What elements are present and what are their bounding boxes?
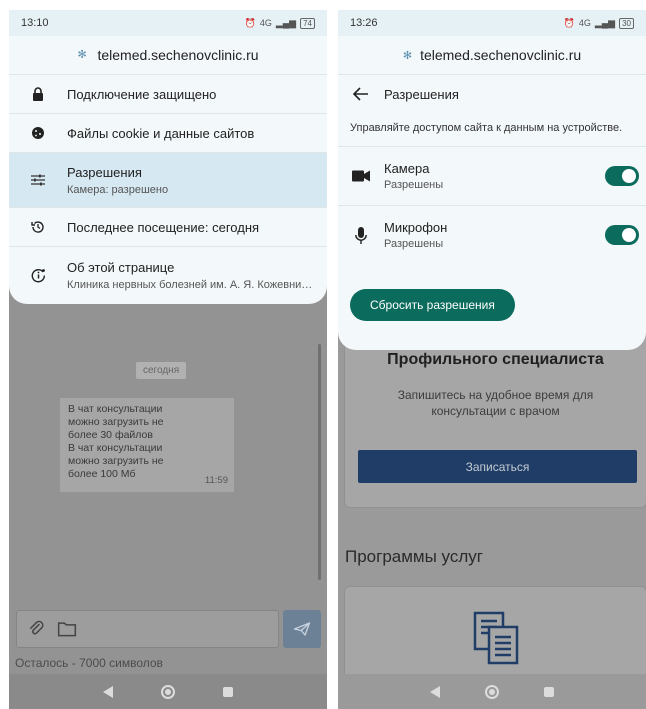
permission-state: Разрешены xyxy=(384,179,444,191)
battery-icon: 74 xyxy=(300,17,315,29)
site-favicon-icon: ✻ xyxy=(77,49,87,61)
signal-icon: ▂▄▆ xyxy=(275,17,297,28)
menu-item-connection[interactable]: Подключение защищено xyxy=(9,74,327,113)
status-time: 13:10 xyxy=(21,17,49,29)
permission-state: Разрешены xyxy=(384,238,444,250)
status-time: 13:26 xyxy=(350,17,378,29)
menu-item-label: Об этой странице xyxy=(67,260,175,275)
permissions-description: Управляйте доступом сайта к данным на ус… xyxy=(350,122,623,134)
site-info-sheet: ✻ telemed.sechenovclinic.ru Подключение … xyxy=(9,36,327,304)
lock-icon xyxy=(9,87,67,101)
cookie-icon xyxy=(9,126,67,140)
network-type: 4G xyxy=(578,18,591,28)
chars-left-counter: Осталось - 7000 символов xyxy=(15,656,163,670)
permission-name: Камера xyxy=(384,161,430,176)
info-icon xyxy=(9,268,67,283)
permissions-title-row: Разрешения xyxy=(338,74,646,113)
status-bar: 13:26 ⏰ 4G ▂▄▆ 30 xyxy=(338,10,646,36)
site-url-header: ✻ telemed.sechenovclinic.ru xyxy=(338,36,646,74)
microphone-toggle[interactable] xyxy=(605,225,639,245)
chat-message: В чат консультации можно загрузить не бо… xyxy=(60,398,234,492)
send-icon xyxy=(293,622,311,636)
documents-icon xyxy=(473,611,519,665)
date-chip: сегодня xyxy=(136,362,187,379)
back-arrow-icon[interactable] xyxy=(338,87,384,101)
message-line: можно загрузить не xyxy=(68,416,164,428)
phone-screen-right: 13:26 ⏰ 4G ▂▄▆ 30 Профильного специалист… xyxy=(338,10,646,709)
menu-item-label: Подключение защищено xyxy=(67,86,217,102)
nav-recents-icon[interactable] xyxy=(543,686,554,697)
nav-back-icon[interactable] xyxy=(430,685,441,698)
permission-row-microphone[interactable]: Микрофон Разрешены xyxy=(338,205,646,264)
permission-row-camera[interactable]: Камера Разрешены xyxy=(338,146,646,205)
message-input[interactable] xyxy=(16,610,279,648)
site-url-header: ✻ telemed.sechenovclinic.ru xyxy=(9,36,327,74)
microphone-icon xyxy=(338,226,384,244)
network-type: 4G xyxy=(259,18,272,28)
message-line: более 30 файлов xyxy=(68,429,153,441)
site-url: telemed.sechenovclinic.ru xyxy=(420,47,582,63)
send-button[interactable] xyxy=(283,610,321,648)
nav-home-icon[interactable] xyxy=(484,684,499,699)
message-line: можно загрузить не xyxy=(68,455,164,467)
menu-item-label: Файлы cookie и данные сайтов xyxy=(67,125,255,141)
section-title: Программы услуг xyxy=(345,547,483,566)
history-icon xyxy=(9,220,67,234)
card-title: Профильного специалиста xyxy=(387,351,604,368)
status-bar: 13:10 ⏰ 4G ▂▄▆ 74 xyxy=(9,10,327,36)
menu-item-label: Разрешения xyxy=(67,164,142,180)
camera-toggle[interactable] xyxy=(605,166,639,186)
status-icons: ⏰ 4G ▂▄▆ 30 xyxy=(563,17,634,29)
paperclip-icon[interactable] xyxy=(27,620,45,638)
folder-icon[interactable] xyxy=(57,620,77,638)
message-time: 11:59 xyxy=(204,475,228,486)
alarm-icon: ⏰ xyxy=(244,17,256,28)
battery-icon: 30 xyxy=(619,17,634,29)
permissions-sheet: ✻ telemed.sechenovclinic.ru Разрешения У… xyxy=(338,36,646,350)
videocam-icon xyxy=(338,170,384,182)
menu-item-label: Последнее посещение: сегодня xyxy=(67,219,260,235)
status-icons: ⏰ 4G ▂▄▆ 74 xyxy=(244,17,315,29)
message-line: более 100 Мб xyxy=(68,468,136,480)
signal-icon: ▂▄▆ xyxy=(594,17,616,28)
reset-permissions-button[interactable]: Сбросить разрешения xyxy=(350,289,515,321)
nav-recents-icon[interactable] xyxy=(223,686,233,697)
chat-scrollbar[interactable] xyxy=(318,344,321,580)
site-favicon-icon: ✻ xyxy=(402,49,413,62)
menu-item-sublabel: Камера: разрешено xyxy=(67,183,169,196)
book-appointment-button[interactable]: Записаться xyxy=(358,450,637,483)
permission-name: Микрофон xyxy=(384,220,448,235)
nav-back-icon[interactable] xyxy=(103,685,113,698)
system-nav-bar xyxy=(338,674,646,709)
site-url: telemed.sechenovclinic.ru xyxy=(97,47,259,63)
alarm-icon: ⏰ xyxy=(563,17,575,28)
tune-icon xyxy=(9,174,67,186)
phone-screen-left: 13:10 ⏰ 4G ▂▄▆ 74 сегодня В чат консульт… xyxy=(9,10,327,709)
card-description: Запишитесь на удобное время для консульт… xyxy=(397,388,594,418)
menu-item-cookies[interactable]: Файлы cookie и данные сайтов xyxy=(9,113,327,152)
menu-item-sublabel: Клиника нервных болезней им. А. Я. Кожев… xyxy=(67,279,325,291)
nav-home-icon[interactable] xyxy=(161,684,175,699)
menu-item-permissions[interactable]: Разрешения Камера: разрешено xyxy=(9,152,327,207)
message-line: В чат консультации xyxy=(68,442,163,454)
system-nav-bar xyxy=(9,674,327,709)
menu-item-about-page[interactable]: Об этой странице Клиника нервных болезне… xyxy=(9,246,327,304)
menu-item-last-visit[interactable]: Последнее посещение: сегодня xyxy=(9,207,327,246)
message-line: В чат консультации xyxy=(68,403,163,415)
permissions-title: Разрешения xyxy=(384,86,459,102)
